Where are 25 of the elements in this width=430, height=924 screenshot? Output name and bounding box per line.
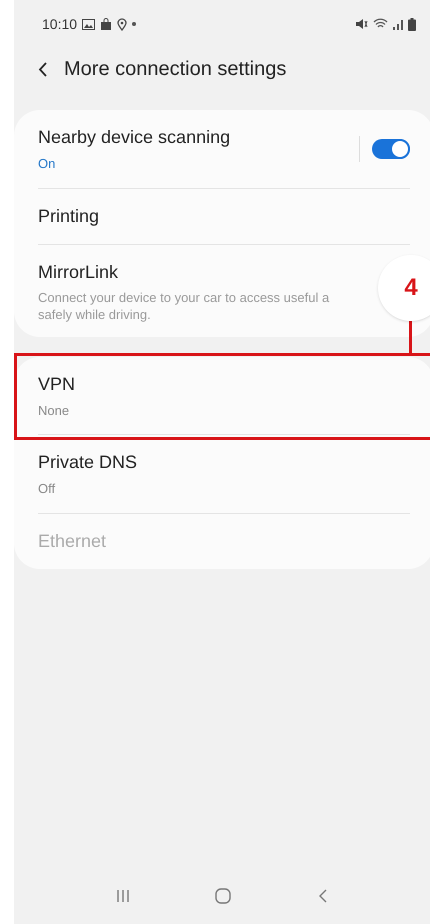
recent-apps-icon[interactable]	[117, 889, 130, 903]
home-icon[interactable]	[215, 888, 232, 904]
dot-icon	[132, 22, 136, 26]
setting-title[interactable]: Nearby device scanning	[38, 124, 230, 151]
setting-title[interactable]: VPN	[38, 370, 76, 398]
setting-title[interactable]: Private DNS	[38, 449, 138, 476]
setting-description: Connect your device to your car to access useful a safely while driving.	[38, 288, 330, 322]
signal-icon	[393, 18, 403, 30]
back-nav-icon[interactable]	[318, 889, 327, 903]
leader-line	[409, 320, 412, 352]
toggle-switch[interactable]	[372, 138, 410, 159]
bag-icon	[100, 18, 112, 30]
setting-status: Off	[38, 480, 56, 498]
mute-icon	[355, 18, 368, 30]
screen-title: More connection settings	[64, 57, 286, 82]
setting-status: On	[38, 155, 56, 173]
setting-status: None	[38, 402, 70, 420]
setting-title[interactable]: MirrorLink	[38, 258, 330, 286]
setting-title[interactable]: Printing	[38, 202, 100, 230]
image-icon	[82, 18, 96, 30]
location-pin-icon	[117, 18, 128, 30]
battery-icon	[408, 18, 416, 30]
back-icon[interactable]	[38, 60, 48, 78]
wifi-icon	[373, 18, 388, 30]
status-time: 10:10	[42, 14, 78, 34]
